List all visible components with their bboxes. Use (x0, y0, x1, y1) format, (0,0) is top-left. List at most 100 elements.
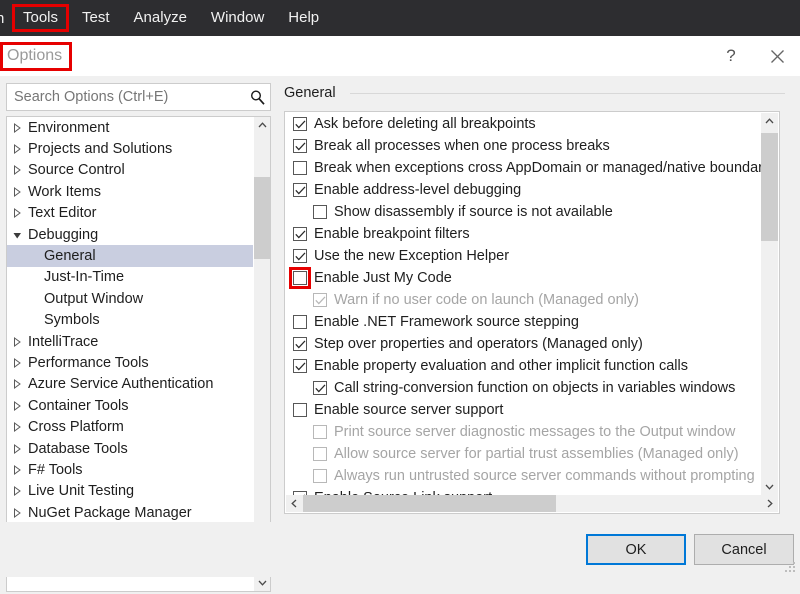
sidebar-item-label: NuGet Package Manager (28, 504, 192, 522)
menu-item-window[interactable]: Window (200, 4, 275, 32)
scroll-down-icon[interactable] (761, 478, 778, 495)
option-row[interactable]: Enable source server support (286, 399, 761, 421)
chevron-right-icon[interactable] (13, 208, 28, 218)
sidebar-item-general[interactable]: General (7, 245, 253, 266)
option-row[interactable]: Enable breakpoint filters (286, 223, 761, 245)
checkbox-checked[interactable] (293, 359, 307, 373)
checkbox-unchecked[interactable] (293, 315, 307, 329)
sidebar-item-performance-tools[interactable]: Performance Tools (7, 352, 253, 373)
option-row[interactable]: Ask before deleting all breakpoints (286, 113, 761, 135)
chevron-right-icon[interactable] (13, 379, 28, 389)
menu-item-test[interactable]: Test (71, 4, 121, 32)
checkbox-checked[interactable] (293, 117, 307, 131)
chevron-right-icon[interactable] (13, 337, 28, 347)
menu-item-help[interactable]: Help (277, 4, 330, 32)
checkbox-unchecked[interactable] (293, 271, 307, 285)
option-row[interactable]: Warn if no user code on launch (Managed … (286, 289, 761, 311)
chevron-right-icon[interactable] (13, 358, 28, 368)
checkbox-unchecked[interactable] (313, 447, 327, 461)
chevron-right-icon[interactable] (13, 165, 28, 175)
checkbox-unchecked[interactable] (293, 403, 307, 417)
resize-grip[interactable] (785, 562, 797, 574)
option-row[interactable]: Break all processes when one process bre… (286, 135, 761, 157)
sidebar-item-cross-platform[interactable]: Cross Platform (7, 416, 253, 437)
cancel-button[interactable]: Cancel (694, 534, 794, 565)
sidebar-item-live-unit-testing[interactable]: Live Unit Testing (7, 481, 253, 502)
option-row[interactable]: Print source server diagnostic messages … (286, 421, 761, 443)
option-row[interactable]: Allow source server for partial trust as… (286, 443, 761, 465)
close-button[interactable] (754, 36, 800, 76)
menu-item-tools[interactable]: Tools (12, 4, 69, 32)
option-row[interactable]: Call string-conversion function on objec… (286, 377, 761, 399)
sidebar-item-label: Environment (28, 119, 109, 137)
search-icon[interactable] (244, 89, 270, 106)
chevron-right-icon[interactable] (13, 422, 28, 432)
sidebar-item-label: Performance Tools (28, 354, 149, 372)
menu-item-analyze[interactable]: Analyze (123, 4, 198, 32)
sidebar-item-intellitrace[interactable]: IntelliTrace (7, 331, 253, 352)
sidebar-item-nuget-package-manager[interactable]: NuGet Package Manager (7, 502, 253, 523)
option-row[interactable]: Show disassembly if source is not availa… (286, 201, 761, 223)
option-row[interactable]: Enable property evaluation and other imp… (286, 355, 761, 377)
chevron-right-icon[interactable] (13, 508, 28, 518)
scroll-left-icon[interactable] (286, 495, 303, 512)
option-row[interactable]: Break when exceptions cross AppDomain or… (286, 157, 761, 179)
option-row[interactable]: Enable .NET Framework source stepping (286, 311, 761, 333)
ok-button[interactable]: OK (586, 534, 686, 565)
checkbox-checked[interactable] (293, 139, 307, 153)
checkbox-checked[interactable] (293, 183, 307, 197)
checkbox-checked[interactable] (293, 337, 307, 351)
option-row[interactable]: Use the new Exception Helper (286, 245, 761, 267)
chevron-right-icon[interactable] (13, 486, 28, 496)
chevron-down-icon[interactable] (13, 230, 28, 240)
chevron-right-icon[interactable] (13, 144, 28, 154)
options-horizontal-scrollbar[interactable] (286, 495, 778, 512)
sidebar-item-label: Container Tools (28, 397, 129, 415)
tree-vertical-scrollbar[interactable] (253, 117, 270, 591)
sidebar-item-just-in-time[interactable]: Just-In-Time (7, 267, 253, 288)
sidebar-item-environment[interactable]: Environment (7, 117, 253, 138)
option-row[interactable]: Step over properties and operators (Mana… (286, 333, 761, 355)
checkbox-unchecked[interactable] (313, 469, 327, 483)
option-row[interactable]: Always run untrusted source server comma… (286, 465, 761, 487)
sidebar-item-source-control[interactable]: Source Control (7, 160, 253, 181)
option-label: Show disassembly if source is not availa… (334, 204, 613, 221)
checkbox-unchecked[interactable] (313, 205, 327, 219)
tree-scrollbar-thumb[interactable] (254, 177, 271, 259)
sidebar-item-text-editor[interactable]: Text Editor (7, 203, 253, 224)
sidebar-item-projects-and-solutions[interactable]: Projects and Solutions (7, 138, 253, 159)
chevron-right-icon[interactable] (13, 123, 28, 133)
sidebar-item-container-tools[interactable]: Container Tools (7, 395, 253, 416)
options-vertical-scrollbar[interactable] (761, 113, 778, 495)
chevron-right-icon[interactable] (13, 465, 28, 475)
option-row[interactable]: Enable Just My Code (286, 267, 761, 289)
sidebar-item-debugging[interactable]: Debugging (7, 224, 253, 245)
checkbox-checked[interactable] (313, 293, 327, 307)
scroll-up-icon[interactable] (254, 117, 271, 134)
scroll-right-icon[interactable] (761, 495, 778, 512)
chevron-right-icon[interactable] (13, 187, 28, 197)
sidebar-item-database-tools[interactable]: Database Tools (7, 438, 253, 459)
sidebar-item-work-items[interactable]: Work Items (7, 181, 253, 202)
options-hscrollbar-thumb[interactable] (303, 495, 556, 512)
checkbox-unchecked[interactable] (293, 161, 307, 175)
option-row[interactable]: Enable Source Link support (286, 487, 761, 495)
checkbox-checked[interactable] (313, 381, 327, 395)
scroll-up-icon[interactable] (761, 113, 778, 130)
checkbox-checked[interactable] (293, 249, 307, 263)
menu-bar: n Tools Test Analyze Window Help (0, 0, 800, 36)
search-input[interactable] (7, 85, 244, 109)
options-scrollbar-thumb[interactable] (761, 133, 778, 241)
checkbox-unchecked[interactable] (313, 425, 327, 439)
checkbox-checked[interactable] (293, 227, 307, 241)
option-row[interactable]: Enable address-level debugging (286, 179, 761, 201)
search-box[interactable] (6, 83, 271, 111)
chevron-right-icon[interactable] (13, 444, 28, 454)
chevron-right-icon[interactable] (13, 401, 28, 411)
sidebar-item-f-tools[interactable]: F# Tools (7, 459, 253, 480)
sidebar-item-output-window[interactable]: Output Window (7, 288, 253, 309)
help-button[interactable]: ? (708, 36, 754, 76)
sidebar-item-azure-service-authentication[interactable]: Azure Service Authentication (7, 374, 253, 395)
menu-item-partial[interactable]: n (0, 10, 10, 27)
sidebar-item-symbols[interactable]: Symbols (7, 310, 253, 331)
